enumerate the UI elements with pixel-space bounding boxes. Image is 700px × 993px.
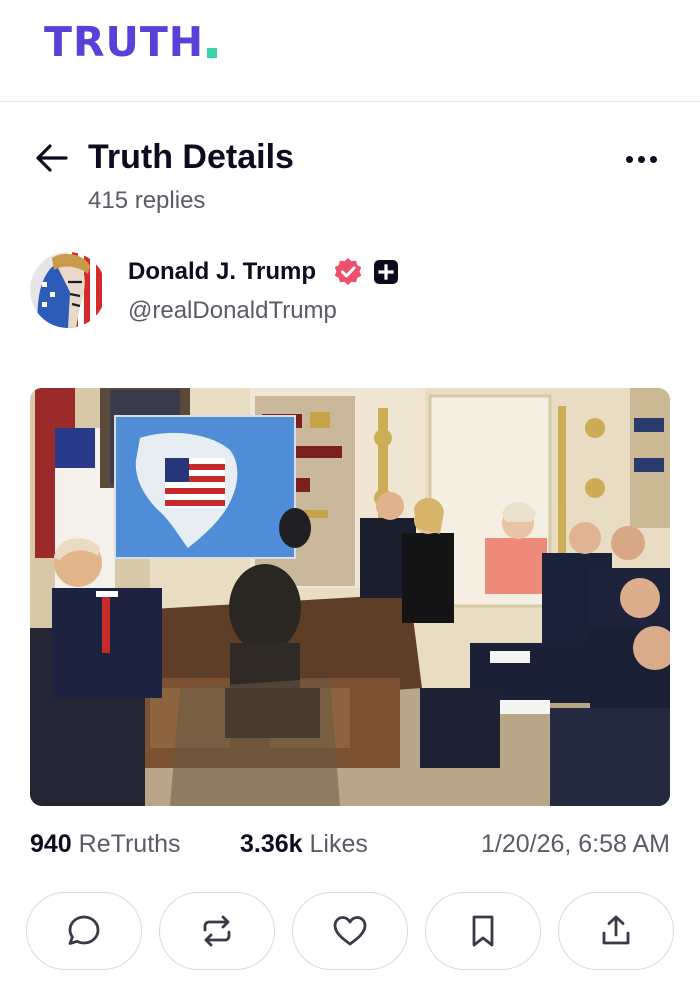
post-author: Donald J. Trump @realDonaldTrump (30, 250, 670, 330)
avatar-image (30, 252, 106, 328)
likes-label: Likes (309, 830, 368, 858)
post-stats: 940 ReTruths 3.36k Likes 1/20/26, 6:58 A… (30, 826, 670, 862)
logo-text: TRUTH (44, 18, 205, 66)
bookmark-button[interactable] (425, 892, 541, 970)
arrow-left-icon (36, 144, 68, 172)
avatar[interactable] (30, 252, 106, 328)
top-bar: TRUTH (0, 0, 700, 102)
page-title: Truth Details (88, 138, 294, 176)
logo-dot (207, 48, 218, 58)
reply-bubble-icon (68, 915, 100, 945)
back-button[interactable] (32, 140, 72, 176)
retruths-stat[interactable]: 940 ReTruths (30, 826, 181, 862)
likes-stat[interactable]: 3.36k Likes (240, 826, 368, 862)
heart-icon (333, 916, 367, 946)
action-bar (26, 892, 674, 970)
share-upload-icon (602, 915, 630, 945)
share-button[interactable] (558, 892, 674, 970)
truth-logo[interactable]: TRUTH (44, 18, 218, 66)
author-name[interactable]: Donald J. Trump (128, 256, 316, 288)
verified-badge-icon (334, 258, 362, 285)
retruth-button[interactable] (159, 892, 275, 970)
author-handle[interactable]: @realDonaldTrump (128, 296, 337, 326)
map-flag-region (165, 458, 225, 508)
post-timestamp: 1/20/26, 6:58 AM (480, 830, 670, 858)
likes-count: 3.36k (240, 830, 303, 858)
like-button[interactable] (292, 892, 408, 970)
details-header: Truth Details 415 replies (0, 130, 700, 220)
plus-badge-icon (374, 260, 398, 284)
bookmark-icon (472, 915, 494, 947)
repost-icon (203, 915, 231, 947)
reply-count: 415 replies (88, 187, 206, 214)
more-button[interactable] (618, 144, 664, 174)
reply-button[interactable] (26, 892, 142, 970)
retruths-count: 940 (30, 830, 72, 858)
retruths-label: ReTruths (78, 830, 181, 858)
photo (30, 388, 670, 806)
more-horizontal-icon (625, 155, 633, 163)
post-image[interactable] (30, 388, 670, 806)
